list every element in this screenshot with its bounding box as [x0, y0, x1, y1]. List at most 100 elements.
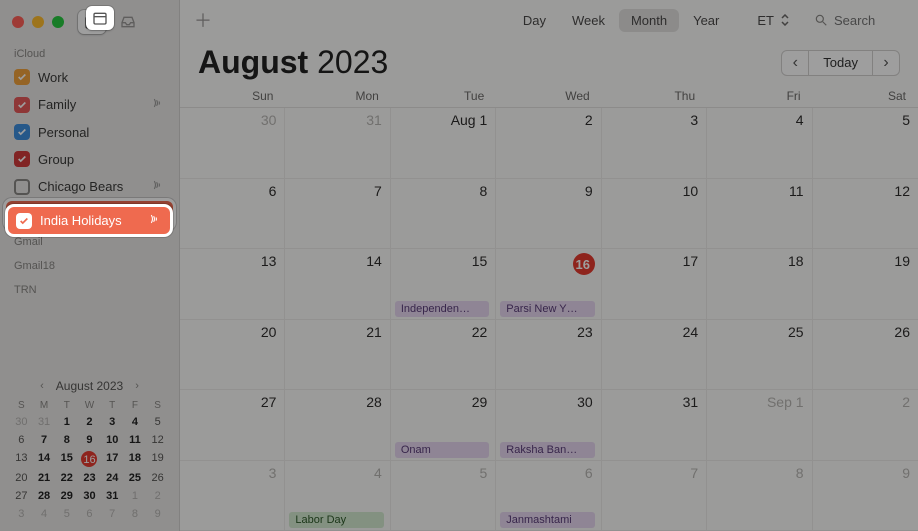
calendar-checkbox[interactable]: [16, 213, 32, 229]
mini-day[interactable]: 18: [124, 451, 147, 467]
event-pill[interactable]: Raksha Ban…: [500, 442, 594, 458]
mini-day[interactable]: 5: [55, 507, 78, 521]
event-pill[interactable]: Janmashtami: [500, 512, 594, 528]
day-cell[interactable]: 6: [180, 179, 285, 250]
day-cell[interactable]: 18: [707, 249, 812, 320]
close-window-button[interactable]: [12, 16, 24, 28]
calendar-checkbox[interactable]: [14, 97, 30, 113]
day-cell[interactable]: 10: [602, 179, 707, 250]
mini-day[interactable]: 3: [10, 507, 33, 521]
mini-day[interactable]: 9: [146, 507, 169, 521]
day-cell[interactable]: 30Raksha Ban…: [496, 390, 601, 461]
day-cell[interactable]: 31: [285, 108, 390, 179]
day-cell[interactable]: 4: [707, 108, 812, 179]
mini-day[interactable]: 22: [55, 471, 78, 485]
day-cell[interactable]: 8: [707, 461, 812, 531]
day-cell[interactable]: 2: [813, 390, 918, 461]
mini-day[interactable]: 30: [10, 415, 33, 429]
mini-day[interactable]: 24: [101, 471, 124, 485]
mini-day[interactable]: 10: [101, 433, 124, 447]
day-cell[interactable]: 5: [391, 461, 496, 531]
new-event-button[interactable]: ＋: [194, 7, 212, 33]
day-cell[interactable]: 15Independen…: [391, 249, 496, 320]
calendar-checkbox[interactable]: [14, 151, 30, 167]
mini-day[interactable]: 30: [78, 489, 101, 503]
prev-month-button[interactable]: ‹: [781, 50, 809, 76]
mini-day[interactable]: 4: [124, 415, 147, 429]
mini-day[interactable]: 2: [146, 489, 169, 503]
day-cell[interactable]: 25: [707, 320, 812, 391]
day-cell[interactable]: 24: [602, 320, 707, 391]
minimize-window-button[interactable]: [32, 16, 44, 28]
day-cell[interactable]: 4Labor Day: [285, 461, 390, 531]
mini-day[interactable]: 8: [55, 433, 78, 447]
day-cell[interactable]: 8: [391, 179, 496, 250]
sidebar-item-family[interactable]: Family: [6, 91, 173, 118]
mini-day[interactable]: 1: [124, 489, 147, 503]
day-cell[interactable]: 2: [496, 108, 601, 179]
day-cell[interactable]: 11: [707, 179, 812, 250]
timezone-picker[interactable]: ET: [757, 13, 790, 28]
day-cell[interactable]: 13: [180, 249, 285, 320]
day-cell[interactable]: 21: [285, 320, 390, 391]
sidebar-item-india-holidays[interactable]: India Holidays: [8, 207, 170, 234]
sidebar-item-chicago-bears[interactable]: Chicago Bears: [6, 173, 173, 200]
mini-day[interactable]: 8: [124, 507, 147, 521]
inbox-button[interactable]: [114, 10, 142, 34]
day-cell[interactable]: 5: [813, 108, 918, 179]
mini-day[interactable]: 7: [33, 433, 56, 447]
day-cell[interactable]: 9: [813, 461, 918, 531]
mini-day[interactable]: 13: [10, 451, 33, 467]
mini-day[interactable]: 17: [101, 451, 124, 467]
mini-day[interactable]: 25: [124, 471, 147, 485]
mini-day[interactable]: 7: [101, 507, 124, 521]
mini-day[interactable]: 4: [33, 507, 56, 521]
mini-day[interactable]: 29: [55, 489, 78, 503]
search-input[interactable]: [834, 13, 904, 28]
search-field[interactable]: [814, 13, 904, 28]
mini-day[interactable]: 1: [55, 415, 78, 429]
sidebar-item-group[interactable]: Group: [6, 146, 173, 172]
mini-day[interactable]: 3: [101, 415, 124, 429]
today-button[interactable]: Today: [809, 50, 872, 76]
event-pill[interactable]: Parsi New Y…: [500, 301, 594, 317]
mini-prev-month[interactable]: ‹: [36, 378, 48, 394]
day-cell[interactable]: Aug 1: [391, 108, 496, 179]
event-pill[interactable]: Independen…: [395, 301, 489, 317]
mini-next-month[interactable]: ›: [131, 378, 143, 394]
day-cell[interactable]: 28: [285, 390, 390, 461]
day-cell[interactable]: 17: [602, 249, 707, 320]
day-cell[interactable]: 20: [180, 320, 285, 391]
mini-day[interactable]: 14: [33, 451, 56, 467]
sidebar-item-personal[interactable]: Personal: [6, 119, 173, 145]
view-month[interactable]: Month: [619, 9, 679, 32]
mini-day[interactable]: 19: [146, 451, 169, 467]
mini-day[interactable]: 26: [146, 471, 169, 485]
mini-day[interactable]: 15: [55, 451, 78, 467]
day-cell[interactable]: 3: [180, 461, 285, 531]
day-cell[interactable]: 3: [602, 108, 707, 179]
day-cell[interactable]: 26: [813, 320, 918, 391]
calendar-checkbox[interactable]: [14, 179, 30, 195]
event-pill[interactable]: Labor Day: [289, 512, 383, 528]
day-cell[interactable]: 23: [496, 320, 601, 391]
mini-day[interactable]: 31: [33, 415, 56, 429]
day-cell[interactable]: 6Janmashtami: [496, 461, 601, 531]
day-cell[interactable]: 16Parsi New Y…: [496, 249, 601, 320]
mini-day[interactable]: 23: [78, 471, 101, 485]
day-cell[interactable]: 14: [285, 249, 390, 320]
mini-day[interactable]: 28: [33, 489, 56, 503]
mini-day[interactable]: 6: [78, 507, 101, 521]
mini-day[interactable]: 11: [124, 433, 147, 447]
day-cell[interactable]: 29Onam: [391, 390, 496, 461]
mini-day[interactable]: 16: [81, 451, 97, 467]
mini-day[interactable]: 9: [78, 433, 101, 447]
day-cell[interactable]: 12: [813, 179, 918, 250]
sidebar-item-work[interactable]: Work: [6, 64, 173, 90]
mini-day[interactable]: 12: [146, 433, 169, 447]
event-pill[interactable]: Onam: [395, 442, 489, 458]
mini-day[interactable]: 20: [10, 471, 33, 485]
day-cell[interactable]: 22: [391, 320, 496, 391]
calendars-toggle-button[interactable]: [78, 10, 106, 34]
day-cell[interactable]: 30: [180, 108, 285, 179]
